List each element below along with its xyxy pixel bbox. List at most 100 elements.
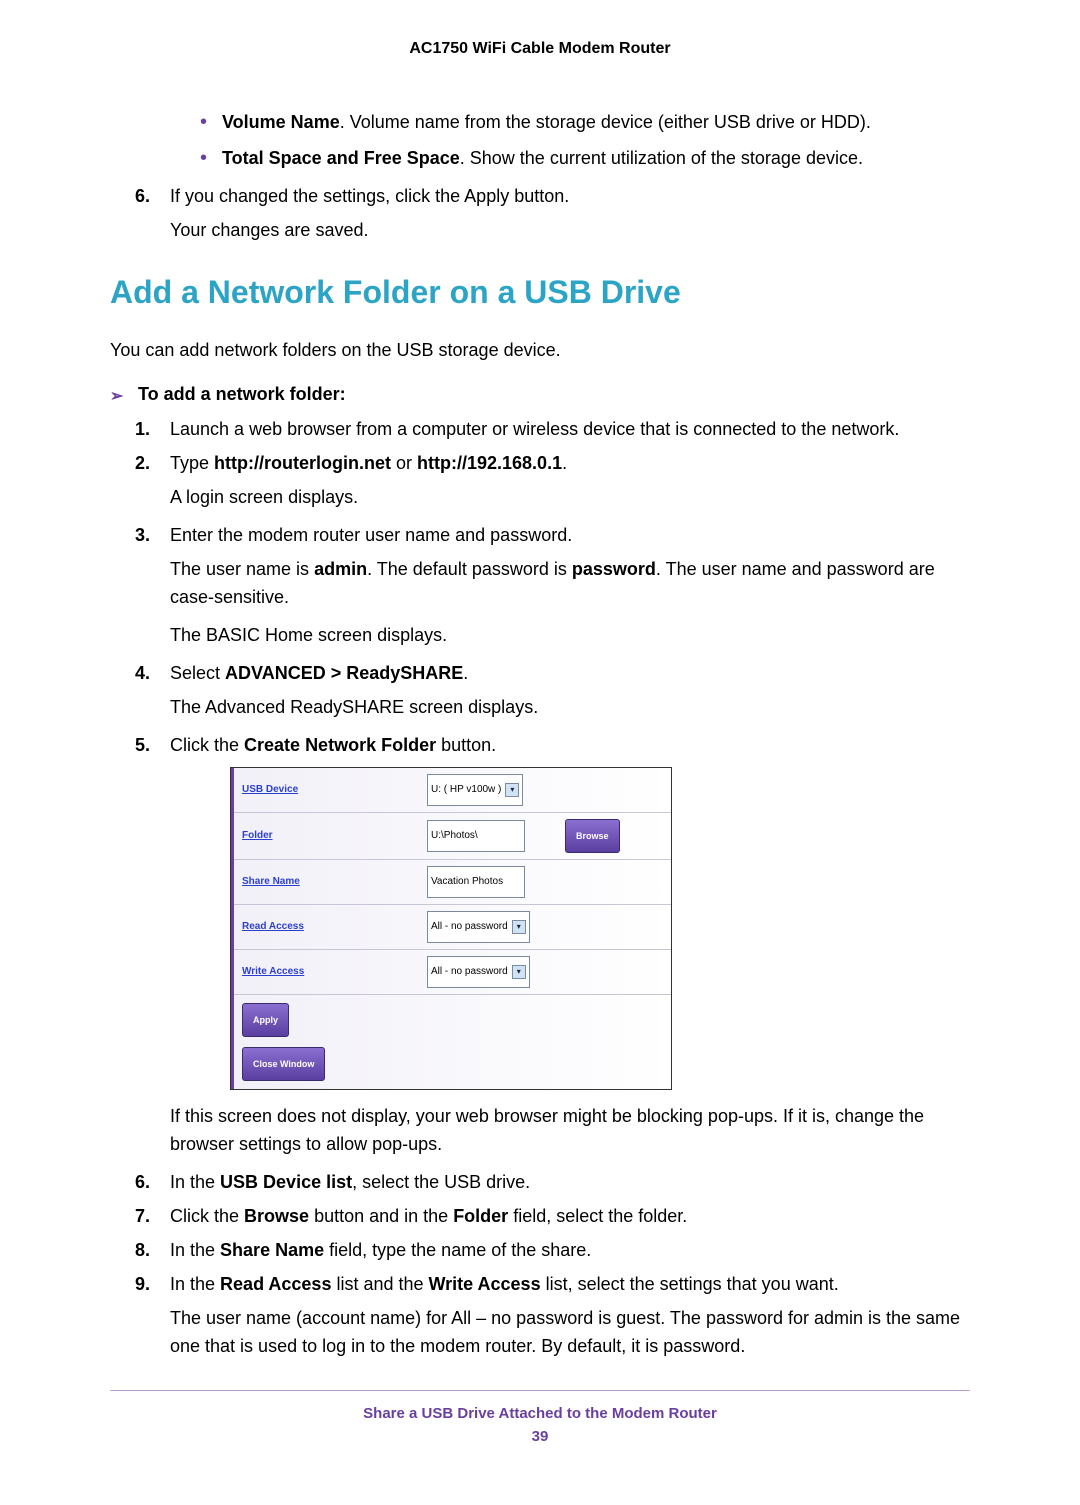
- folder-input[interactable]: U:\Photos\: [427, 820, 525, 852]
- step-after: If this screen does not display, your we…: [170, 1102, 970, 1158]
- step-number: 2.: [135, 449, 150, 477]
- top-step-list: 6. If you changed the settings, click th…: [110, 182, 970, 244]
- browse-button[interactable]: Browse: [565, 819, 620, 853]
- field-name: Folder: [453, 1206, 508, 1226]
- step-4: 4. Select ADVANCED > ReadySHARE. The Adv…: [110, 659, 970, 721]
- step-text: Launch a web browser from a computer or …: [170, 419, 899, 439]
- row-write-access: Write Access All - no password ▾: [234, 950, 671, 995]
- row-share-name: Share Name Vacation Photos: [234, 860, 671, 905]
- text: In the: [170, 1172, 220, 1192]
- step-sub: A login screen displays.: [170, 483, 970, 511]
- step-8: 8. In the Share Name field, type the nam…: [110, 1236, 970, 1264]
- text: Click the: [170, 735, 244, 755]
- button-name: Create Network Folder: [244, 735, 436, 755]
- row-usb-device: USB Device U: ( HP v100w ) ▾: [234, 768, 671, 813]
- document-title: AC1750 WiFi Cable Modem Router: [110, 40, 970, 58]
- select-value: All - no password: [431, 913, 508, 941]
- step-5: 5. Click the Create Network Folder butto…: [110, 731, 970, 1158]
- text: In the: [170, 1240, 220, 1260]
- close-window-button[interactable]: Close Window: [242, 1047, 325, 1081]
- select-value: All - no password: [431, 958, 508, 986]
- term: Total Space and Free Space: [222, 148, 460, 168]
- step-number: 6.: [135, 182, 150, 210]
- text: Click the: [170, 1206, 244, 1226]
- step-number: 1.: [135, 415, 150, 443]
- field-name: USB Device list: [220, 1172, 352, 1192]
- step-number: 9.: [135, 1270, 150, 1298]
- step-text: Enter the modem router user name and pas…: [170, 525, 572, 545]
- password: password: [572, 559, 656, 579]
- text: Select: [170, 663, 225, 683]
- step-9: 9. In the Read Access list and the Write…: [110, 1270, 970, 1360]
- row-read-access: Read Access All - no password ▾: [234, 905, 671, 950]
- step-1: 1. Launch a web browser from a computer …: [110, 415, 970, 443]
- step-number: 5.: [135, 731, 150, 759]
- list-item: Volume Name. Volume name from the storag…: [110, 108, 970, 136]
- step-number: 7.: [135, 1202, 150, 1230]
- step-3: 3. Enter the modem router user name and …: [110, 521, 970, 649]
- label-read-access[interactable]: Read Access: [242, 913, 427, 941]
- select-value: U: ( HP v100w ): [431, 776, 501, 804]
- text: list and the: [331, 1274, 428, 1294]
- step-number: 6.: [135, 1168, 150, 1196]
- footer-title: Share a USB Drive Attached to the Modem …: [110, 1405, 970, 1422]
- chevron-down-icon: ▾: [512, 965, 526, 979]
- footer-divider: [110, 1390, 970, 1391]
- usb-device-select[interactable]: U: ( HP v100w ) ▾: [427, 774, 523, 806]
- button-name: Browse: [244, 1206, 309, 1226]
- text: .: [463, 663, 468, 683]
- step-6: 6. If you changed the settings, click th…: [110, 182, 970, 244]
- section-heading: Add a Network Folder on a USB Drive: [110, 274, 970, 311]
- term: Volume Name: [222, 112, 340, 132]
- label-write-access[interactable]: Write Access: [242, 958, 427, 986]
- text: field, type the name of the share.: [324, 1240, 591, 1260]
- dialog-actions: Apply Close Window: [234, 995, 671, 1089]
- document-page: AC1750 WiFi Cable Modem Router Volume Na…: [0, 0, 1080, 1505]
- text: The user name is: [170, 559, 314, 579]
- text: or: [391, 453, 417, 473]
- label-share-name[interactable]: Share Name: [242, 868, 427, 896]
- step-number: 4.: [135, 659, 150, 687]
- section-intro: You can add network folders on the USB s…: [110, 336, 970, 364]
- text: list, select the settings that you want.: [541, 1274, 839, 1294]
- list-item: Total Space and Free Space. Show the cur…: [110, 144, 970, 172]
- procedure-steps: 1. Launch a web browser from a computer …: [110, 415, 970, 1360]
- step-sub: The Advanced ReadySHARE screen displays.: [170, 693, 970, 721]
- step-para: The user name is admin. The default pass…: [170, 555, 970, 611]
- step-number: 3.: [135, 521, 150, 549]
- text: In the: [170, 1274, 220, 1294]
- text: Type: [170, 453, 214, 473]
- text: .: [562, 453, 567, 473]
- text: . The default password is: [367, 559, 572, 579]
- procedure-heading: To add a network folder:: [110, 384, 970, 405]
- step-number: 8.: [135, 1236, 150, 1264]
- text: button.: [436, 735, 496, 755]
- apply-button[interactable]: Apply: [242, 1003, 289, 1037]
- step-sub: Your changes are saved.: [170, 216, 970, 244]
- desc: . Show the current utilization of the st…: [460, 148, 863, 168]
- field-name: Read Access: [220, 1274, 331, 1294]
- chevron-down-icon: ▾: [512, 920, 526, 934]
- text: field, select the folder.: [508, 1206, 687, 1226]
- row-folder: Folder U:\Photos\ Browse: [234, 813, 671, 860]
- url-2: http://192.168.0.1: [417, 453, 562, 473]
- field-name: Write Access: [429, 1274, 541, 1294]
- label-usb-device[interactable]: USB Device: [242, 776, 427, 804]
- field-name: Share Name: [220, 1240, 324, 1260]
- label-folder[interactable]: Folder: [242, 822, 427, 850]
- page-number: 39: [110, 1428, 970, 1445]
- step-text: If you changed the settings, click the A…: [170, 186, 569, 206]
- admin: admin: [314, 559, 367, 579]
- step-para: The user name (account name) for All – n…: [170, 1304, 970, 1360]
- write-access-select[interactable]: All - no password ▾: [427, 956, 530, 988]
- text: , select the USB drive.: [352, 1172, 530, 1192]
- step-7: 7. Click the Browse button and in the Fo…: [110, 1202, 970, 1230]
- share-name-input[interactable]: Vacation Photos: [427, 866, 525, 898]
- step-6b: 6. In the USB Device list, select the US…: [110, 1168, 970, 1196]
- chevron-down-icon: ▾: [505, 783, 519, 797]
- desc: . Volume name from the storage device (e…: [340, 112, 871, 132]
- create-folder-dialog: USB Device U: ( HP v100w ) ▾ Folder U:\P…: [230, 767, 672, 1090]
- read-access-select[interactable]: All - no password ▾: [427, 911, 530, 943]
- step-para: The BASIC Home screen displays.: [170, 621, 970, 649]
- step-2: 2. Type http://routerlogin.net or http:/…: [110, 449, 970, 511]
